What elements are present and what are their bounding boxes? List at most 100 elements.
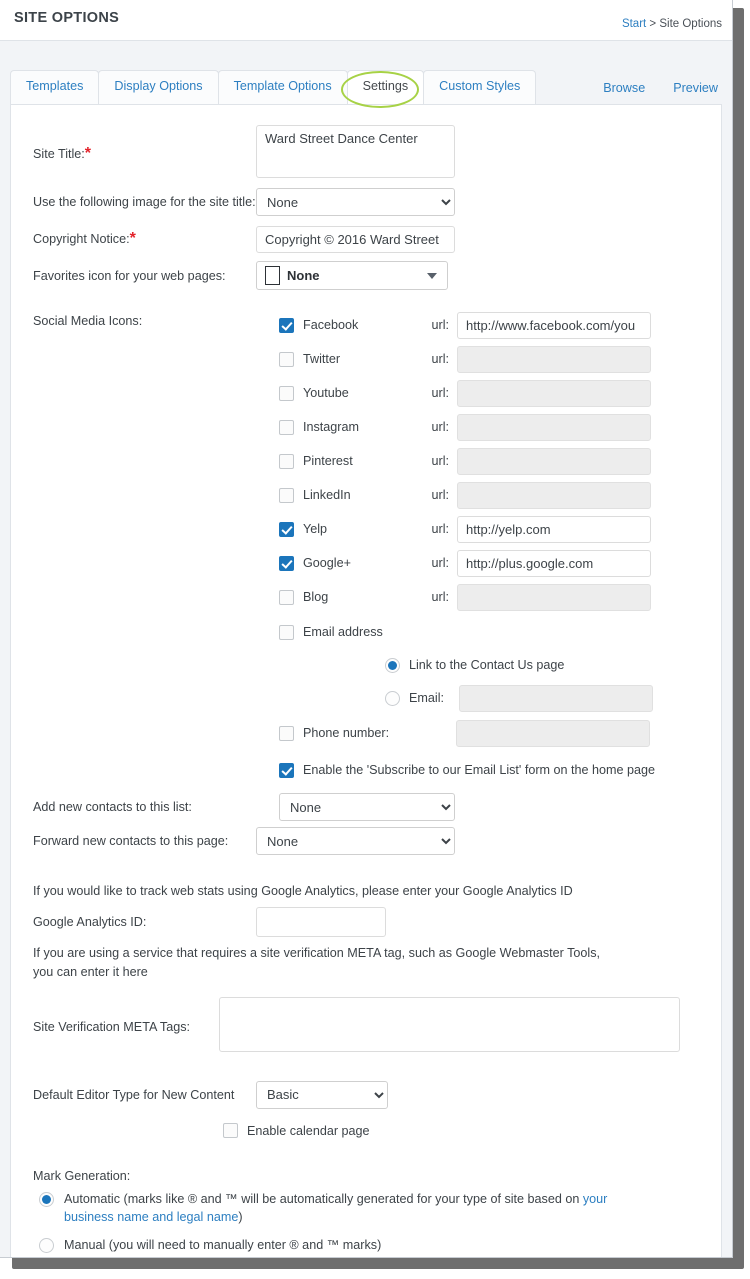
tab-settings-wrapper: Settings: [340, 70, 425, 109]
preview-link[interactable]: Preview: [673, 81, 718, 95]
yelp-url-input[interactable]: [457, 515, 651, 543]
googleplus-checkbox[interactable]: [279, 555, 294, 571]
social-media-list: Facebook url: Twitter url:: [279, 308, 721, 786]
copyright-input[interactable]: [256, 225, 455, 253]
facebook-url-input[interactable]: [457, 311, 651, 339]
twitter-url-input[interactable]: [457, 345, 651, 373]
blog-url-label: url:: [431, 590, 450, 604]
tab-templates[interactable]: Templates: [10, 70, 100, 104]
analytics-id-input[interactable]: [256, 907, 386, 938]
social-twitter-toggle[interactable]: Twitter: [279, 351, 421, 367]
subscribe-checkbox[interactable]: [279, 762, 294, 778]
site-title-field-col: Ward Street Dance Center: [256, 125, 721, 183]
settings-panel: Site Title: * Ward Street Dance Center Us…: [10, 104, 722, 1257]
youtube-url-label: url:: [431, 386, 450, 400]
page-header: SITE OPTIONS Start > Site Options: [0, 0, 732, 41]
mark-generation-automatic-radio[interactable]: [39, 1192, 54, 1207]
social-linkedin-toggle[interactable]: LinkedIn: [279, 487, 421, 503]
contact-us-label: Link to the Contact Us page: [409, 658, 565, 672]
social-row-twitter: Twitter url:: [279, 342, 721, 376]
instagram-url-input[interactable]: [457, 413, 651, 441]
mark-generation-manual-row[interactable]: Manual (you will need to manually enter …: [11, 1236, 721, 1254]
pinterest-url-label: url:: [431, 454, 450, 468]
phone-number-input[interactable]: [456, 719, 650, 747]
site-title-label: Site Title:: [33, 147, 85, 161]
add-contacts-label: Add new contacts to this list:: [33, 800, 192, 814]
social-youtube-toggle[interactable]: Youtube: [279, 385, 421, 401]
instagram-checkbox[interactable]: [279, 419, 294, 435]
site-title-image-select[interactable]: None: [256, 188, 455, 216]
subscribe-form-row[interactable]: Enable the 'Subscribe to our Email List'…: [279, 754, 721, 786]
site-title-image-label-col: Use the following image for the site tit…: [11, 193, 256, 211]
required-marker: *: [129, 230, 136, 247]
mark-generation-automatic-text: Automatic (marks like ® and ™ will be au…: [64, 1190, 624, 1227]
tab-settings[interactable]: Settings: [346, 70, 425, 104]
favicon-field-col: None: [256, 261, 721, 290]
googleplus-url-label: url:: [431, 556, 450, 570]
phone-number-checkbox[interactable]: [279, 725, 294, 741]
breadcrumb-link-start[interactable]: Start: [622, 18, 646, 30]
linkedin-label: LinkedIn: [303, 488, 351, 502]
email-mode-contact-us-row[interactable]: Link to the Contact Us page: [385, 650, 721, 680]
pinterest-url-input[interactable]: [457, 447, 651, 475]
tab-template-options[interactable]: Template Options: [217, 70, 348, 104]
field-forward-contacts: Forward new contacts to this page: None: [11, 824, 721, 858]
email-mode-email-row[interactable]: Email:: [385, 680, 721, 716]
editor-type-field-col: Basic: [256, 1080, 721, 1109]
favicon-label: Favorites icon for your web pages:: [33, 268, 226, 283]
mark-generation-manual-radio[interactable]: [39, 1237, 54, 1253]
twitter-checkbox[interactable]: [279, 351, 294, 367]
email-address-checkbox[interactable]: [279, 624, 294, 640]
linkedin-url-label: url:: [431, 488, 450, 502]
editor-type-select[interactable]: Basic: [256, 1080, 388, 1109]
app-window: SITE OPTIONS Start > Site Options Templa…: [0, 0, 733, 1258]
breadcrumb-separator: >: [646, 18, 660, 30]
googleplus-url-input[interactable]: [457, 549, 651, 577]
tab-custom-styles[interactable]: Custom Styles: [423, 70, 537, 104]
youtube-checkbox[interactable]: [279, 385, 294, 401]
blog-checkbox[interactable]: [279, 589, 294, 605]
site-title-input[interactable]: Ward Street Dance Center: [256, 125, 455, 178]
email-mode-input[interactable]: [459, 684, 653, 712]
facebook-url-label: url:: [431, 318, 450, 332]
tab-display-options[interactable]: Display Options: [98, 70, 219, 104]
mark-generation-automatic-row[interactable]: Automatic (marks like ® and ™ will be au…: [11, 1190, 721, 1227]
meta-tags-input[interactable]: [219, 996, 680, 1052]
email-address-label: Email address: [303, 625, 383, 639]
mark-generation-manual-text: Manual (you will need to manually enter …: [64, 1237, 382, 1252]
add-contacts-field-col: None: [279, 793, 721, 821]
youtube-url-input[interactable]: [457, 379, 651, 407]
copyright-field-col: [256, 225, 721, 253]
forward-contacts-label: Forward new contacts to this page:: [33, 834, 229, 848]
linkedin-checkbox[interactable]: [279, 487, 294, 503]
social-blog-toggle[interactable]: Blog: [279, 589, 421, 605]
yelp-label: Yelp: [303, 522, 328, 536]
social-facebook-toggle[interactable]: Facebook: [279, 317, 421, 333]
calendar-page-label: Enable calendar page: [247, 1123, 370, 1138]
favicon-dropdown[interactable]: None: [256, 261, 448, 290]
social-instagram-toggle[interactable]: Instagram: [279, 419, 421, 435]
email-address-toggle[interactable]: Email address: [279, 624, 383, 640]
social-googleplus-toggle[interactable]: Google+: [279, 555, 421, 571]
contact-us-radio[interactable]: [385, 657, 400, 673]
email-mode-radio[interactable]: [385, 690, 400, 706]
calendar-page-row[interactable]: Enable calendar page: [223, 1115, 721, 1147]
pinterest-checkbox[interactable]: [279, 453, 294, 469]
window-shadow-right: [733, 8, 744, 1266]
browse-link[interactable]: Browse: [603, 81, 645, 95]
blog-url-input[interactable]: [457, 583, 651, 611]
yelp-checkbox[interactable]: [279, 521, 294, 537]
social-pinterest-toggle[interactable]: Pinterest: [279, 453, 421, 469]
calendar-page-checkbox[interactable]: [223, 1123, 238, 1139]
social-yelp-toggle[interactable]: Yelp: [279, 521, 421, 537]
linkedin-url-input[interactable]: [457, 481, 651, 509]
forward-contacts-select[interactable]: None: [256, 827, 455, 855]
mark-auto-text-before: Automatic (marks like ® and ™ will be au…: [64, 1192, 583, 1206]
social-row-linkedin: LinkedIn url:: [279, 478, 721, 512]
breadcrumb-current: Site Options: [659, 18, 722, 30]
phone-number-row: Phone number:: [279, 716, 721, 750]
add-contacts-select[interactable]: None: [279, 793, 455, 821]
top-action-links: Browse Preview: [603, 81, 718, 95]
facebook-checkbox[interactable]: [279, 317, 294, 333]
